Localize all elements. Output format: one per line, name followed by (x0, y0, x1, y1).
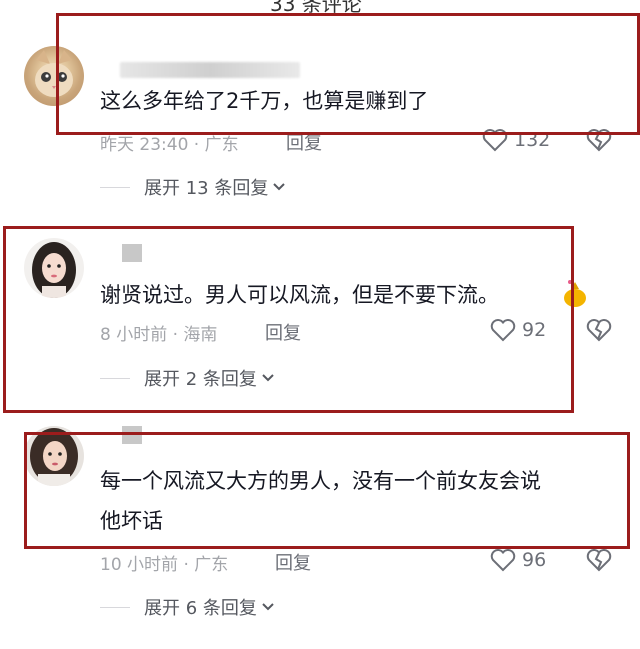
highlight-box (3, 226, 574, 413)
heart-outline-icon (490, 549, 516, 572)
reply-button[interactable]: 回复 (275, 549, 311, 575)
broken-heart-icon (586, 549, 612, 572)
divider-line (100, 606, 130, 608)
highlight-box (56, 13, 640, 135)
dislike-button[interactable] (586, 548, 612, 576)
expand-replies-label: 展开 13 条回复 (144, 178, 269, 199)
like-button[interactable]: 96 (490, 548, 546, 572)
highlight-box (24, 432, 630, 549)
expand-replies-button[interactable]: 展开 6 条回复 (100, 594, 275, 620)
divider-line (100, 186, 130, 188)
dislike-button[interactable] (586, 318, 612, 346)
expand-replies-label: 展开 6 条回复 (144, 598, 257, 619)
like-count: 96 (522, 549, 547, 571)
broken-heart-icon (586, 319, 612, 342)
chevron-down-icon (262, 603, 274, 611)
comment-time-location: 10 小时前 · 广东 (100, 555, 229, 575)
expand-replies-button[interactable]: 展开 13 条回复 (100, 174, 286, 200)
chevron-down-icon (273, 183, 286, 191)
